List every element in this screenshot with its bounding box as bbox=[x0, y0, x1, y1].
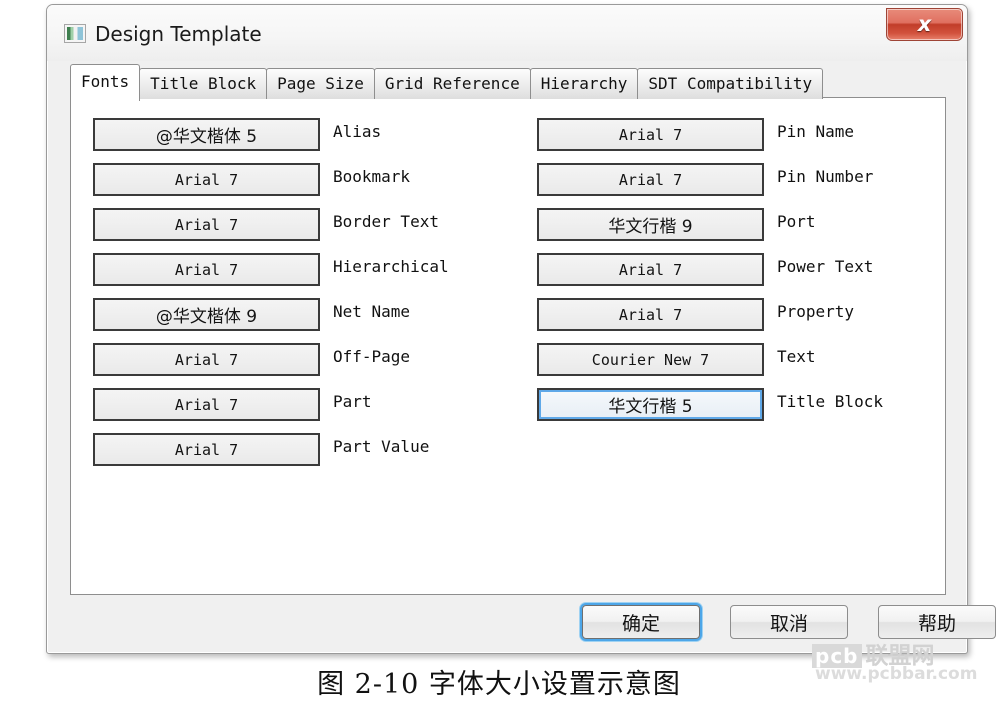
font-button-border-text-value: Arial 7 bbox=[174, 215, 239, 234]
title-bar: Design Template x bbox=[47, 5, 967, 61]
tab-grid-reference[interactable]: Grid Reference bbox=[373, 68, 531, 99]
font-button-alias-value: @华文楷体 5 bbox=[155, 127, 258, 147]
font-button-pin-name-value: Arial 7 bbox=[618, 125, 683, 144]
font-label-title-block: Title Block bbox=[777, 392, 883, 411]
help-button[interactable]: 帮助 bbox=[878, 605, 996, 639]
design-template-dialog: Design Template x Fonts Title Block Page… bbox=[46, 4, 996, 654]
font-label-off-page: Off-Page bbox=[333, 347, 411, 366]
font-button-off-page[interactable]: Arial 7 bbox=[93, 343, 320, 376]
font-label-power-text: Power Text bbox=[777, 257, 874, 276]
screenshot-root: pcb 联盟网 www.pcbbar.com Design Template x … bbox=[0, 0, 998, 702]
font-label-property: Property bbox=[777, 302, 855, 321]
font-label-border-text: Border Text bbox=[333, 212, 439, 231]
dialog-button-bar: 确定 取消 帮助 bbox=[70, 605, 996, 645]
font-button-port-value: 华文行楷 9 bbox=[608, 217, 693, 237]
font-button-hierarchical-value: Arial 7 bbox=[174, 260, 239, 279]
font-label-bookmark: Bookmark bbox=[333, 167, 411, 186]
font-label-pin-name: Pin Name bbox=[777, 122, 855, 141]
font-button-power-text[interactable]: Arial 7 bbox=[537, 253, 764, 286]
font-button-power-text-value: Arial 7 bbox=[618, 260, 683, 279]
font-button-pin-number[interactable]: Arial 7 bbox=[537, 163, 764, 196]
font-label-net-name: Net Name bbox=[333, 302, 411, 321]
font-button-bookmark-value: Arial 7 bbox=[174, 170, 239, 189]
font-label-pin-number: Pin Number bbox=[777, 167, 874, 186]
tab-fonts[interactable]: Fonts bbox=[70, 64, 141, 101]
font-button-pin-name[interactable]: Arial 7 bbox=[537, 118, 764, 151]
font-button-title-block[interactable]: 华文行楷 5 bbox=[537, 388, 764, 421]
fonts-tab-panel: @华文楷体 5 Alias Arial 7 Bookmark Arial 7 B… bbox=[70, 97, 946, 595]
font-button-border-text[interactable]: Arial 7 bbox=[93, 208, 320, 241]
font-label-port: Port bbox=[777, 212, 816, 231]
font-label-hierarchical: Hierarchical bbox=[333, 257, 449, 276]
font-button-text[interactable]: Courier New 7 bbox=[537, 343, 764, 376]
font-button-part-value[interactable]: Arial 7 bbox=[93, 433, 320, 466]
font-button-text-value: Courier New 7 bbox=[591, 350, 710, 369]
tab-page-size[interactable]: Page Size bbox=[266, 68, 375, 99]
font-button-property-value: Arial 7 bbox=[618, 305, 683, 324]
font-button-port[interactable]: 华文行楷 9 bbox=[537, 208, 764, 241]
cancel-button[interactable]: 取消 bbox=[730, 605, 848, 639]
tab-strip: Fonts Title Block Page Size Grid Referen… bbox=[70, 64, 946, 101]
font-button-hierarchical[interactable]: Arial 7 bbox=[93, 253, 320, 286]
window-title: Design Template bbox=[95, 22, 262, 46]
font-button-bookmark[interactable]: Arial 7 bbox=[93, 163, 320, 196]
font-button-off-page-value: Arial 7 bbox=[174, 350, 239, 369]
font-label-part-value: Part Value bbox=[333, 437, 430, 456]
font-label-text: Text bbox=[777, 347, 816, 366]
tab-hierarchy[interactable]: Hierarchy bbox=[529, 68, 639, 99]
font-button-net-name-value: @华文楷体 9 bbox=[155, 307, 258, 327]
font-button-net-name[interactable]: @华文楷体 9 bbox=[93, 298, 320, 331]
font-button-pin-number-value: Arial 7 bbox=[618, 170, 683, 189]
tab-area: Fonts Title Block Page Size Grid Referen… bbox=[70, 64, 946, 595]
close-icon: x bbox=[917, 12, 932, 36]
font-label-part: Part bbox=[333, 392, 372, 411]
font-label-alias: Alias bbox=[333, 122, 382, 141]
font-button-part-value-value: Arial 7 bbox=[174, 440, 239, 459]
font-button-alias[interactable]: @华文楷体 5 bbox=[93, 118, 320, 151]
figure-caption: 图 2-10 字体大小设置示意图 bbox=[317, 669, 681, 700]
image-template-icon bbox=[64, 24, 86, 43]
ok-button[interactable]: 确定 bbox=[582, 605, 700, 639]
close-button[interactable]: x bbox=[886, 8, 963, 41]
font-button-title-block-value: 华文行楷 5 bbox=[608, 397, 693, 417]
tab-title-block[interactable]: Title Block bbox=[139, 68, 268, 99]
tab-sdt-compatibility[interactable]: SDT Compatibility bbox=[637, 68, 824, 99]
font-button-part-value: Arial 7 bbox=[174, 395, 239, 414]
font-button-part[interactable]: Arial 7 bbox=[93, 388, 320, 421]
font-button-property[interactable]: Arial 7 bbox=[537, 298, 764, 331]
